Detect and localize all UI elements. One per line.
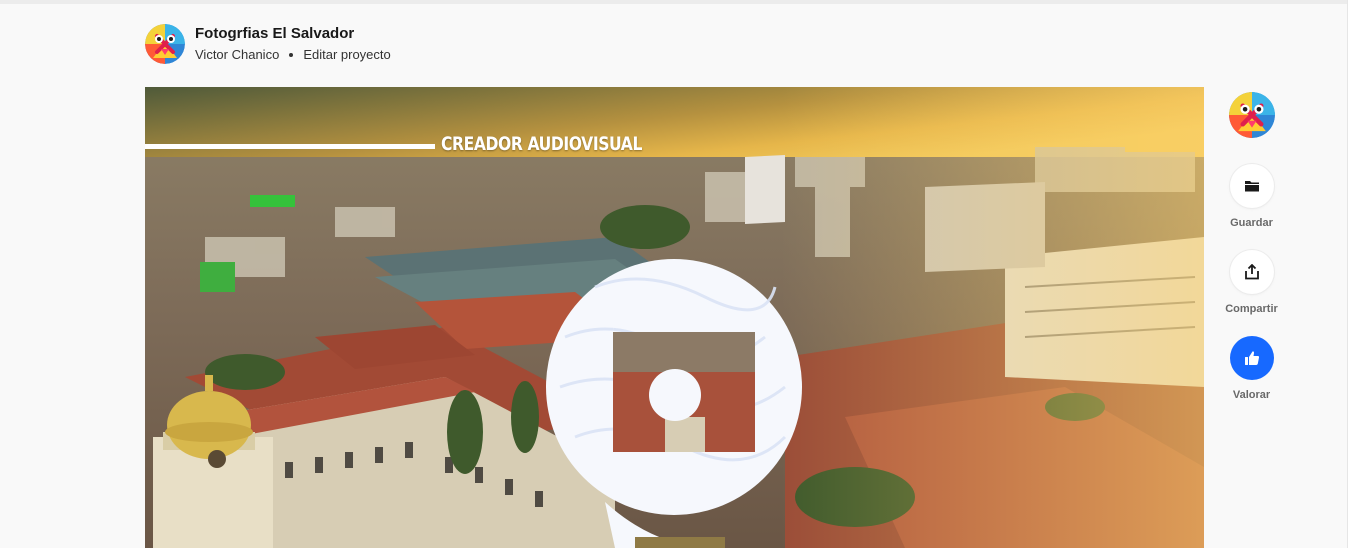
share-circle[interactable] [1229, 250, 1274, 294]
header-text: Fotogrfias El Salvador Victor Chanico Ed… [195, 25, 391, 64]
owner-link[interactable]: Victor Chanico [195, 46, 279, 64]
edit-project-link[interactable]: Editar proyecto [303, 46, 390, 64]
folder-icon [1244, 181, 1259, 192]
project-title: Fotogrfias El Salvador [195, 24, 355, 42]
scrollbar[interactable] [1347, 0, 1352, 548]
separator-dot [289, 52, 294, 57]
save-button[interactable]: Guardar [1229, 164, 1274, 230]
appreciate-button[interactable]: Valorar [1229, 336, 1274, 402]
project-hero-image[interactable]: CREADOR AUDIOVISUAL [145, 87, 1204, 548]
appreciate-label: Valorar [1232, 389, 1271, 401]
aerial-city-photo [145, 87, 1204, 548]
top-border [0, 0, 1352, 4]
owner-avatar[interactable] [145, 24, 185, 64]
share-label: Compartir [1225, 303, 1278, 315]
share-icon [1244, 264, 1259, 280]
project-header: Fotogrfias El Salvador Victor Chanico Ed… [145, 22, 391, 66]
thumbs-up-icon [1244, 351, 1259, 365]
share-button[interactable]: Compartir [1225, 250, 1278, 316]
save-label: Guardar [1230, 217, 1273, 229]
save-circle[interactable] [1229, 164, 1274, 208]
project-actions-sidebar: Guardar Compartir Valorar [1224, 92, 1279, 402]
owner-avatar-large[interactable] [1228, 92, 1275, 138]
hero-caption: CREADOR AUDIOVISUAL [441, 133, 642, 155]
appreciate-circle[interactable] [1229, 336, 1274, 380]
project-meta: Victor Chanico Editar proyecto [195, 46, 391, 64]
